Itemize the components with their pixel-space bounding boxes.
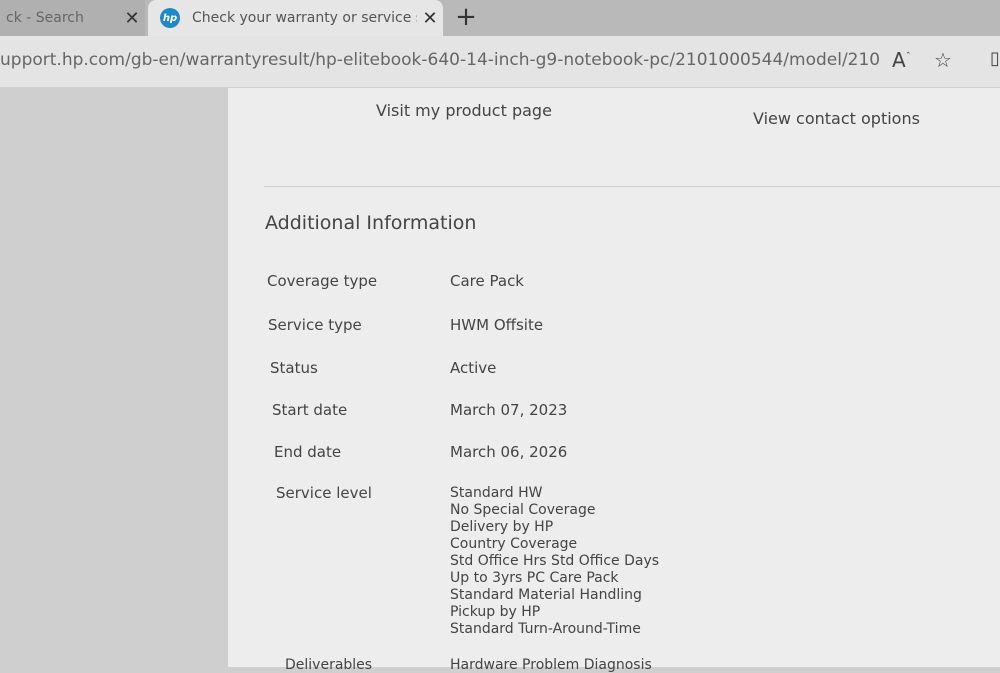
service-level-list: Standard HW No Special Coverage Delivery… <box>450 485 659 638</box>
service-type-value: HWM Offsite <box>450 316 544 334</box>
end-date-label: End date <box>274 443 342 461</box>
service-type-label: Service type <box>268 316 362 334</box>
visit-product-page-link[interactable]: Visit my product page <box>376 101 552 120</box>
address-bar: upport.hp.com/gb-en/warrantyresult/hp-el… <box>0 36 1000 88</box>
tab-title: ck - Search <box>6 10 84 26</box>
status-value: Active <box>450 359 497 377</box>
list-item: Up to 3yrs PC Care Pack <box>450 570 619 586</box>
close-icon[interactable]: ✕ <box>417 8 443 29</box>
coverage-type-value: Care Pack <box>450 272 524 290</box>
status-label: Status <box>270 359 318 377</box>
start-date-label: Start date <box>272 401 348 419</box>
tab-title: Check your warranty or service st <box>192 10 417 26</box>
list-item: Standard HW <box>450 485 543 501</box>
page-content: Visit my product page View contact optio… <box>228 88 1000 673</box>
service-level-label: Service level <box>276 484 372 502</box>
coverage-type-label: Coverage type <box>267 272 378 290</box>
start-date-value: March 07, 2023 <box>450 401 568 419</box>
list-item: Standard Turn-Around-Time <box>450 621 641 637</box>
deliverables-label: Deliverables <box>285 657 373 673</box>
deliverables-value: Hardware Problem Diagnosis <box>450 657 652 673</box>
end-date-value: March 06, 2026 <box>450 443 568 461</box>
extensions-icon[interactable]: ▯ <box>990 48 1000 69</box>
plus-icon[interactable]: + <box>448 0 484 36</box>
list-item: No Special Coverage <box>450 502 596 518</box>
url-field[interactable]: upport.hp.com/gb-en/warrantyresult/hp-el… <box>0 50 880 70</box>
close-icon[interactable]: ✕ <box>119 8 145 29</box>
hp-logo-icon: hp <box>160 8 180 28</box>
list-item: Delivery by HP <box>450 519 554 535</box>
tab-search[interactable]: ck - Search ✕ <box>0 0 145 36</box>
view-contact-options-link[interactable]: View contact options <box>753 109 920 128</box>
read-aloud-icon[interactable]: Aˆ <box>892 48 911 72</box>
list-item: Standard Material Handling <box>450 587 642 603</box>
list-item: Std Office Hrs Std Office Days <box>450 553 660 569</box>
section-title: Additional Information <box>265 212 477 234</box>
star-icon[interactable]: ☆ <box>934 48 952 72</box>
tab-bar: ck - Search ✕ hp Check your warranty or … <box>0 0 1000 36</box>
list-item: Pickup by HP <box>450 604 541 620</box>
list-item: Country Coverage <box>450 536 578 552</box>
tab-warranty[interactable]: hp Check your warranty or service st ✕ <box>148 0 443 36</box>
divider <box>264 186 1000 187</box>
